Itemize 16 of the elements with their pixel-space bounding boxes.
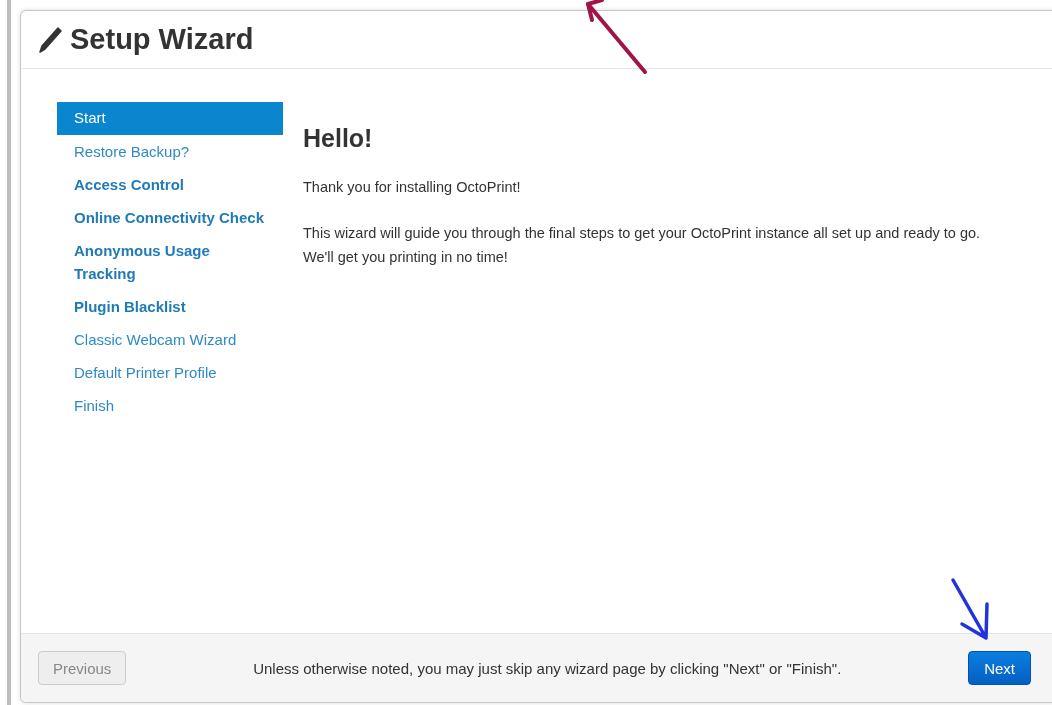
wizard-step-link[interactable]: Online Connectivity Check: [57, 201, 283, 234]
wizard-step-link[interactable]: Plugin Blacklist: [57, 290, 283, 323]
dialog-title: Setup Wizard: [70, 23, 254, 56]
wizard-step-link[interactable]: Default Printer Profile: [57, 356, 283, 389]
content-heading: Hello!: [303, 124, 374, 153]
content-paragraph: This wizard will guide you through the final steps to get your OctoPrint instance all set up and ready to go. We'll get you printing in no time!: [303, 224, 982, 267]
wizard-step-link[interactable]: Start: [57, 102, 283, 135]
wizard-step-link[interactable]: Classic Webcam Wizard: [57, 323, 283, 356]
next-button[interactable]: Next: [968, 651, 1031, 685]
wizard-step-link[interactable]: Restore Backup?: [57, 135, 283, 168]
footer-note: Unless otherwise noted, you may just skip any wizard page by clicking "Next" or "Finish".: [252, 659, 843, 677]
wizard-step-link[interactable]: Finish: [57, 389, 283, 422]
content-paragraph: Thank you for installing OctoPrint!: [303, 178, 522, 197]
pencil-icon: [38, 26, 62, 53]
wizard-step-link[interactable]: Anonymous Usage Tracking: [57, 234, 283, 290]
wizard-step-link[interactable]: Access Control: [57, 168, 283, 201]
